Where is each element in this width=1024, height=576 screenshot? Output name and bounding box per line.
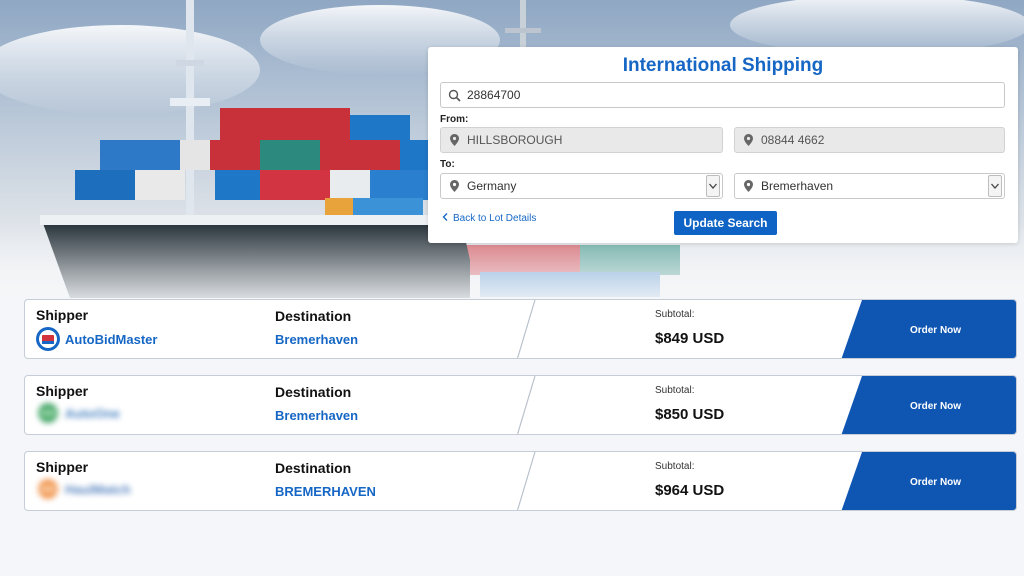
update-search-button[interactable]: Update Search: [674, 211, 777, 235]
shipper-logo: HaulMatch: [35, 478, 131, 500]
chevron-down-icon[interactable]: [988, 175, 1002, 197]
to-label: To:: [440, 159, 455, 170]
destination-header: Destination: [275, 384, 352, 400]
shipper-header: Shipper: [36, 383, 89, 399]
from-zip-value: 08844 4662: [761, 133, 825, 147]
subtotal-price: $849 USD: [655, 330, 725, 347]
shipper-logo: AutoBidMaster: [35, 326, 157, 352]
from-zip-field[interactable]: 08844 4662: [734, 127, 1005, 153]
subtotal-price: $850 USD: [655, 406, 725, 423]
destination-header: Destination: [275, 308, 352, 324]
destination-value: BREMERHAVEN: [275, 484, 376, 499]
to-port-select[interactable]: Bremerhaven: [734, 173, 1005, 199]
shipper-name: AutoOne: [65, 405, 120, 421]
shipper-header: Shipper: [36, 307, 89, 323]
back-to-lot-link[interactable]: Back to Lot Details: [442, 213, 536, 224]
destination-value: Bremerhaven: [275, 332, 359, 347]
shipping-search-panel: International Shipping 28864700 From: HI…: [428, 47, 1018, 243]
magnifier-icon: [441, 89, 467, 102]
from-label: From:: [440, 114, 469, 125]
chevron-left-icon: [442, 213, 448, 224]
to-country-value: Germany: [467, 179, 517, 193]
panel-title: International Shipping: [622, 55, 824, 76]
subtotal-label: Subtotal:: [655, 309, 695, 320]
order-now-button[interactable]: Order Now: [841, 376, 1016, 434]
from-city-field[interactable]: HILLSBOROUGH: [440, 127, 723, 153]
lot-search-input[interactable]: 28864700: [440, 82, 1005, 108]
map-pin-icon: [441, 180, 467, 192]
autobidmaster-logo-icon: [36, 327, 60, 351]
to-port-value: Bremerhaven: [761, 179, 834, 193]
shipping-quote-row: Shipper HaulMatch Destination BREMERHAVE…: [24, 451, 1017, 511]
subtotal-price: $964 USD: [655, 482, 725, 499]
blurred-shipper-logo-icon: [38, 479, 58, 499]
map-pin-icon: [735, 180, 761, 192]
shipper-name: HaulMatch: [65, 481, 131, 497]
map-pin-icon: [441, 134, 467, 146]
order-now-button[interactable]: Order Now: [841, 300, 1016, 358]
destination-header: Destination: [275, 460, 352, 476]
shipper-logo: AutoOne: [35, 402, 120, 424]
order-now-button[interactable]: Order Now: [841, 452, 1016, 510]
blurred-shipper-logo-icon: [38, 403, 58, 423]
chevron-down-icon[interactable]: [706, 175, 720, 197]
to-country-select[interactable]: Germany: [440, 173, 723, 199]
shipper-name: AutoBidMaster: [65, 331, 158, 347]
shipper-header: Shipper: [36, 459, 89, 475]
map-pin-icon: [735, 134, 761, 146]
destination-value: Bremerhaven: [275, 408, 359, 423]
lot-search-value: 28864700: [467, 88, 521, 102]
back-link-label: Back to Lot Details: [453, 213, 537, 224]
subtotal-label: Subtotal:: [655, 385, 695, 396]
subtotal-label: Subtotal:: [655, 461, 695, 472]
shipping-quote-row: Shipper AutoOne Destination Bremerhaven …: [24, 375, 1017, 435]
from-city-value: HILLSBOROUGH: [467, 133, 563, 147]
shipping-quote-row: Shipper AutoBidMaster Destination Bremer…: [24, 299, 1017, 359]
